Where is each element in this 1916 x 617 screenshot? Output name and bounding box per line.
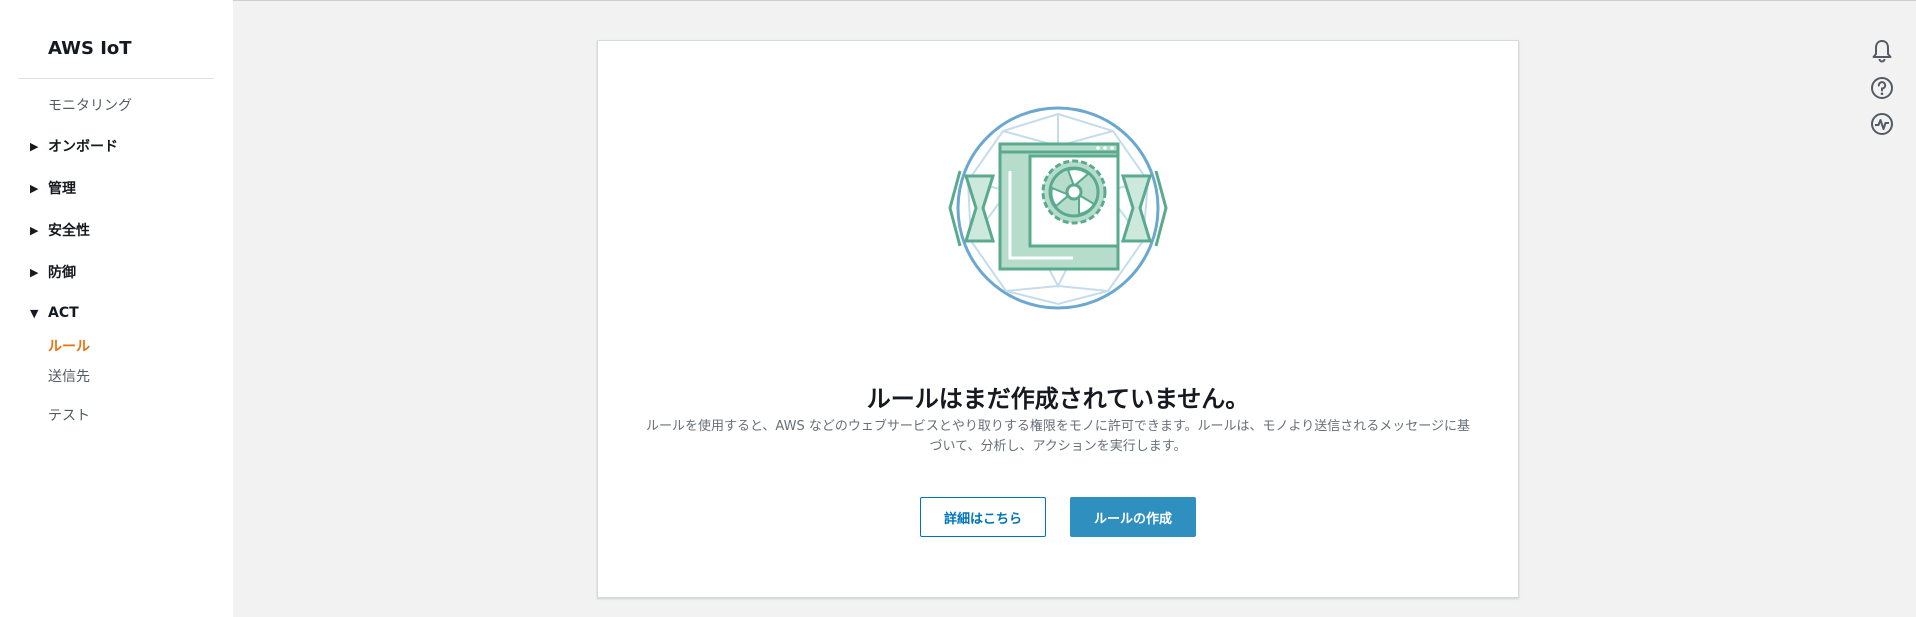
sidebar-group-label: オンボード: [48, 139, 118, 155]
learn-more-button[interactable]: 詳細はこちら: [920, 497, 1046, 537]
sidebar-group-manage[interactable]: ▶ 管理: [30, 178, 76, 198]
empty-state-card: ルールはまだ作成されていません。 ルールを使用すると、AWS などのウェブサービ…: [597, 40, 1519, 598]
bell-icon[interactable]: [1869, 38, 1895, 64]
caret-right-icon: ▶: [30, 139, 39, 153]
sidebar-group-label: ACT: [48, 305, 79, 321]
help-icon[interactable]: [1869, 75, 1895, 101]
sidebar-group-onboard[interactable]: ▶ オンボード: [30, 136, 118, 156]
sidebar-group-label: 防御: [48, 265, 76, 281]
rules-illustration: [948, 106, 1168, 310]
caret-right-icon: ▶: [30, 265, 39, 279]
activity-icon[interactable]: [1869, 111, 1895, 137]
sidebar-group-label: 安全性: [48, 223, 90, 239]
sidebar-group-security[interactable]: ▶ 安全性: [30, 220, 90, 240]
empty-state-description: ルールを使用すると、AWS などのウェブサービスとやり取りする権限をモノに許可で…: [645, 419, 1471, 454]
top-border: [0, 0, 1916, 1]
sidebar-item-destinations[interactable]: 送信先: [48, 366, 90, 386]
sidebar-item-monitoring[interactable]: モニタリング: [48, 95, 132, 115]
sidebar-item-test[interactable]: テスト: [48, 405, 90, 425]
sidebar-divider: [18, 78, 214, 79]
empty-state-title: ルールはまだ作成されていません。: [866, 385, 1250, 413]
caret-down-icon: ▼: [30, 306, 39, 320]
sidebar-group-act[interactable]: ▼ ACT: [30, 305, 79, 321]
app-title: AWS IoT: [48, 38, 132, 59]
sidebar-group-defend[interactable]: ▶ 防御: [30, 262, 76, 282]
sidebar-group-label: 管理: [48, 181, 76, 197]
create-rule-button[interactable]: ルールの作成: [1070, 497, 1196, 537]
caret-right-icon: ▶: [30, 223, 39, 237]
caret-right-icon: ▶: [30, 181, 39, 195]
sidebar: AWS IoT モニタリング ▶ オンボード ▶ 管理 ▶ 安全性 ▶ 防御 ▼…: [0, 0, 233, 617]
sidebar-item-rules[interactable]: ルール: [48, 336, 90, 356]
